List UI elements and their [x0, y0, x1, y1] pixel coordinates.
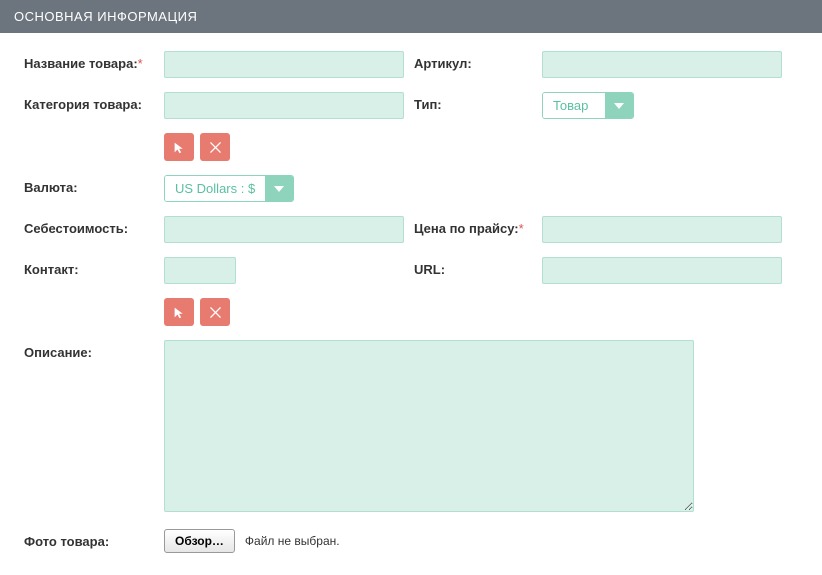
label-list-price: Цена по прайсу:* [414, 216, 542, 236]
category-select-button[interactable] [164, 133, 194, 161]
label-description: Описание: [24, 340, 164, 360]
type-select[interactable]: Товар [542, 92, 634, 119]
file-browse-button[interactable]: Обзор… [164, 529, 235, 553]
label-category: Категория товара: [24, 92, 164, 112]
label-currency: Валюта: [24, 175, 164, 195]
description-textarea[interactable] [164, 340, 694, 512]
url-input[interactable] [542, 257, 782, 284]
label-type: Тип: [414, 92, 542, 112]
chevron-down-icon [265, 176, 293, 201]
label-contact: Контакт: [24, 257, 164, 277]
list-price-input[interactable] [542, 216, 782, 243]
label-photo: Фото товара: [24, 529, 164, 549]
panel-body: Название товара:* Артикул: Категория тов… [0, 33, 822, 563]
contact-select-button[interactable] [164, 298, 194, 326]
category-input[interactable] [164, 92, 404, 119]
contact-input[interactable] [164, 257, 236, 284]
currency-select[interactable]: US Dollars : $ [164, 175, 294, 202]
category-clear-button[interactable] [200, 133, 230, 161]
label-url: URL: [414, 257, 542, 277]
label-article: Артикул: [414, 51, 542, 71]
cursor-icon [173, 306, 186, 319]
currency-select-value: US Dollars : $ [165, 176, 265, 201]
cost-price-input[interactable] [164, 216, 404, 243]
required-mark: * [519, 221, 524, 236]
cursor-icon [173, 141, 186, 154]
panel-title: ОСНОВНАЯ ИНФОРМАЦИЯ [14, 9, 197, 24]
panel-header: ОСНОВНАЯ ИНФОРМАЦИЯ [0, 0, 822, 33]
required-mark: * [138, 56, 143, 71]
product-name-input[interactable] [164, 51, 404, 78]
close-icon [210, 142, 221, 153]
main-info-panel: ОСНОВНАЯ ИНФОРМАЦИЯ Название товара:* Ар… [0, 0, 822, 563]
type-select-value: Товар [543, 93, 605, 118]
chevron-down-icon [605, 93, 633, 118]
file-status: Файл не выбран. [245, 534, 340, 548]
label-product-name: Название товара:* [24, 51, 164, 71]
close-icon [210, 307, 221, 318]
article-input[interactable] [542, 51, 782, 78]
contact-clear-button[interactable] [200, 298, 230, 326]
label-cost-price: Себестоимость: [24, 216, 164, 236]
